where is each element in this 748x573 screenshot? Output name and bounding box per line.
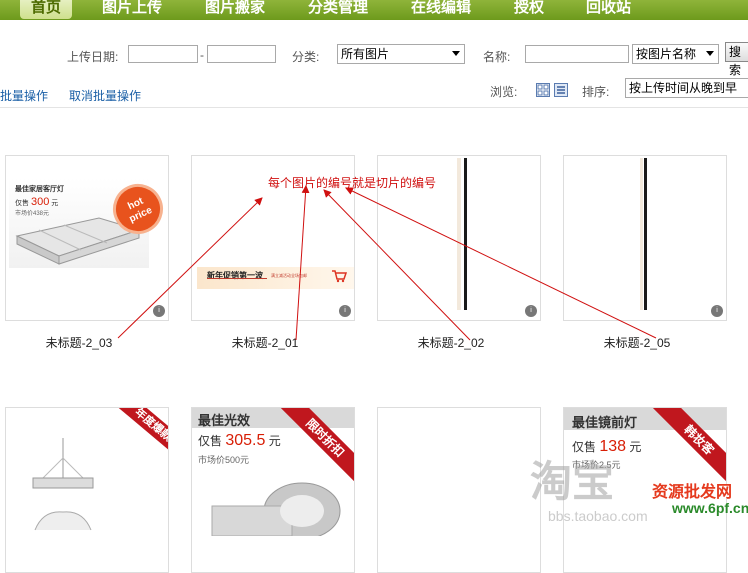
annotation-arrow bbox=[295, 185, 310, 341]
annotation-arrow bbox=[345, 187, 657, 339]
annotation-arrow bbox=[117, 197, 263, 339]
annotation-arrows bbox=[117, 185, 657, 341]
